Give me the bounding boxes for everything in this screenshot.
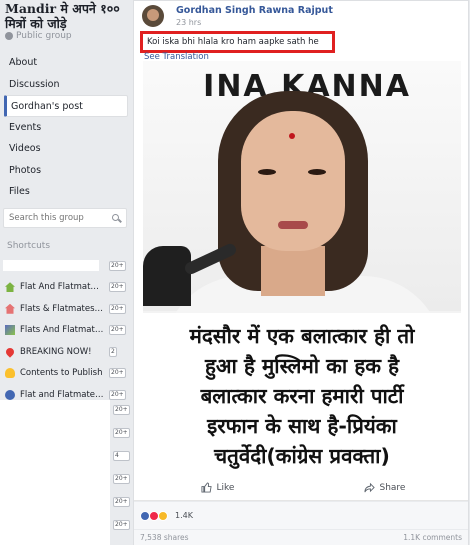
share-arrow-icon [363,482,375,493]
count-badge: 20+ [113,405,130,415]
post-text: Koi iska bhi hlala kro ham aapke sath he [140,31,335,53]
image-microphone [143,246,191,306]
globe-icon [5,32,13,40]
post-image[interactable]: INA KANNA मंदसौर में एक बलात्कार ही तो ह… [143,61,461,475]
group-search[interactable] [3,208,127,228]
share-button[interactable]: Share [301,482,468,493]
count-badge: 20+ [109,282,126,293]
thumbs-up-icon [200,482,212,493]
shortcut-item[interactable]: Contents to Publish 20+ [0,363,132,385]
group-privacy: Public group [5,31,72,41]
search-input[interactable] [9,213,112,223]
image-eye-left [258,169,276,175]
people-icon [5,389,15,400]
nav-files[interactable]: Files [0,181,132,203]
shortcut-item[interactable]: Flat And Flatmates ... 20+ [0,277,132,299]
group-nav: About Discussion Gordhan's post Events V… [0,52,132,203]
haha-reaction-icon [158,510,168,521]
lightbulb-icon [5,368,15,379]
post-time[interactable]: 23 hrs [176,18,201,27]
image-face [241,111,345,251]
broken-heart-icon [4,346,16,358]
shortcut-label: Flats & Flatmates ( ... [20,303,104,314]
shortcut-item[interactable]: BREAKING NOW! 2 [0,341,132,363]
count-badge: 20+ [109,389,126,400]
count-badge: 20+ [109,368,126,379]
image-lips [278,221,308,229]
caption-line: मंदसौर में एक बलात्कार ही तो [189,324,415,348]
shortcut-label: Flats And Flatmate... [20,325,104,336]
reactions-bar[interactable]: 1.4K [134,501,468,529]
shortcut-item[interactable]: Flats And Flatmate... 20+ [0,320,132,342]
house-icon [5,303,15,314]
group-image-icon [5,325,15,336]
count-badge: 20+ [113,428,130,438]
extra-badges: 20+ 20+ 4 20+ 20+ 20+ [113,405,130,530]
caption-line: इरफान के साथ है-प्रियंका [207,414,397,438]
image-bindi [289,133,295,139]
caption-line: चतुर्वेदी(कांग्रेस प्रवक्ता) [214,444,390,468]
count-badge: 2 [109,346,117,357]
nav-events[interactable]: Events [0,117,132,139]
avatar[interactable] [142,5,164,27]
image-eye-right [308,169,326,175]
nav-photos[interactable]: Photos [0,160,132,182]
post-actions: Like Share [134,475,468,501]
shortcuts-heading: Shortcuts [7,241,51,251]
comments-count[interactable]: 1.1K comments [403,533,462,542]
shortcut-label: Flat And Flatmates ... [20,282,104,293]
count-badge: 20+ [109,303,126,314]
group-title[interactable]: Mandir मे अपने १०० मित्रों को जोड़े [5,1,131,31]
like-label: Like [216,482,235,493]
redaction-block [3,260,99,271]
image-caption: मंदसौर में एक बलात्कार ही तो हुआ है मुस्… [143,313,461,475]
post-card: Gordhan Singh Rawna Rajput 23 hrs Koi is… [133,0,469,545]
post-stats: 7,538 shares 1.1K comments [134,529,468,545]
count-badge: 4 [113,451,130,461]
count-badge: 20+ [109,260,126,271]
shortcut-item[interactable]: Flats & Flatmates ( ... 20+ [0,298,132,320]
shortcut-label: BREAKING NOW! [20,346,92,357]
share-label: Share [379,482,406,493]
count-badge: 20+ [113,497,130,507]
redaction-block [0,400,110,545]
caption-line: बलात्कार करना हमारी पार्टी [200,384,404,408]
like-button[interactable]: Like [134,482,301,493]
post-author[interactable]: Gordhan Singh Rawna Rajput [176,5,333,16]
count-badge: 20+ [113,520,130,530]
nav-videos[interactable]: Videos [0,138,132,160]
count-badge: 20+ [109,325,126,336]
search-icon[interactable] [112,213,121,223]
caption-line: हुआ है मुस्लिमो का हक है [205,354,399,378]
shortcut-label: Flat and Flatmates ... [20,389,104,400]
reaction-count: 1.4K [175,511,193,520]
count-badge: 20+ [113,474,130,484]
left-sidebar: Mandir मे अपने १०० मित्रों को जोड़े Publ… [0,0,132,545]
image-neck [261,246,325,296]
shares-count[interactable]: 7,538 shares [140,533,189,542]
house-icon [5,282,15,293]
nav-discussion[interactable]: Discussion [0,74,132,96]
shortcut-label: Contents to Publish [20,368,103,379]
group-privacy-label: Public group [16,31,72,41]
shortcuts-list: 20+ Flat And Flatmates ... 20+ Flats & F… [0,255,132,406]
nav-gordhans-post[interactable]: Gordhan's post [4,95,128,117]
nav-about[interactable]: About [0,52,132,74]
